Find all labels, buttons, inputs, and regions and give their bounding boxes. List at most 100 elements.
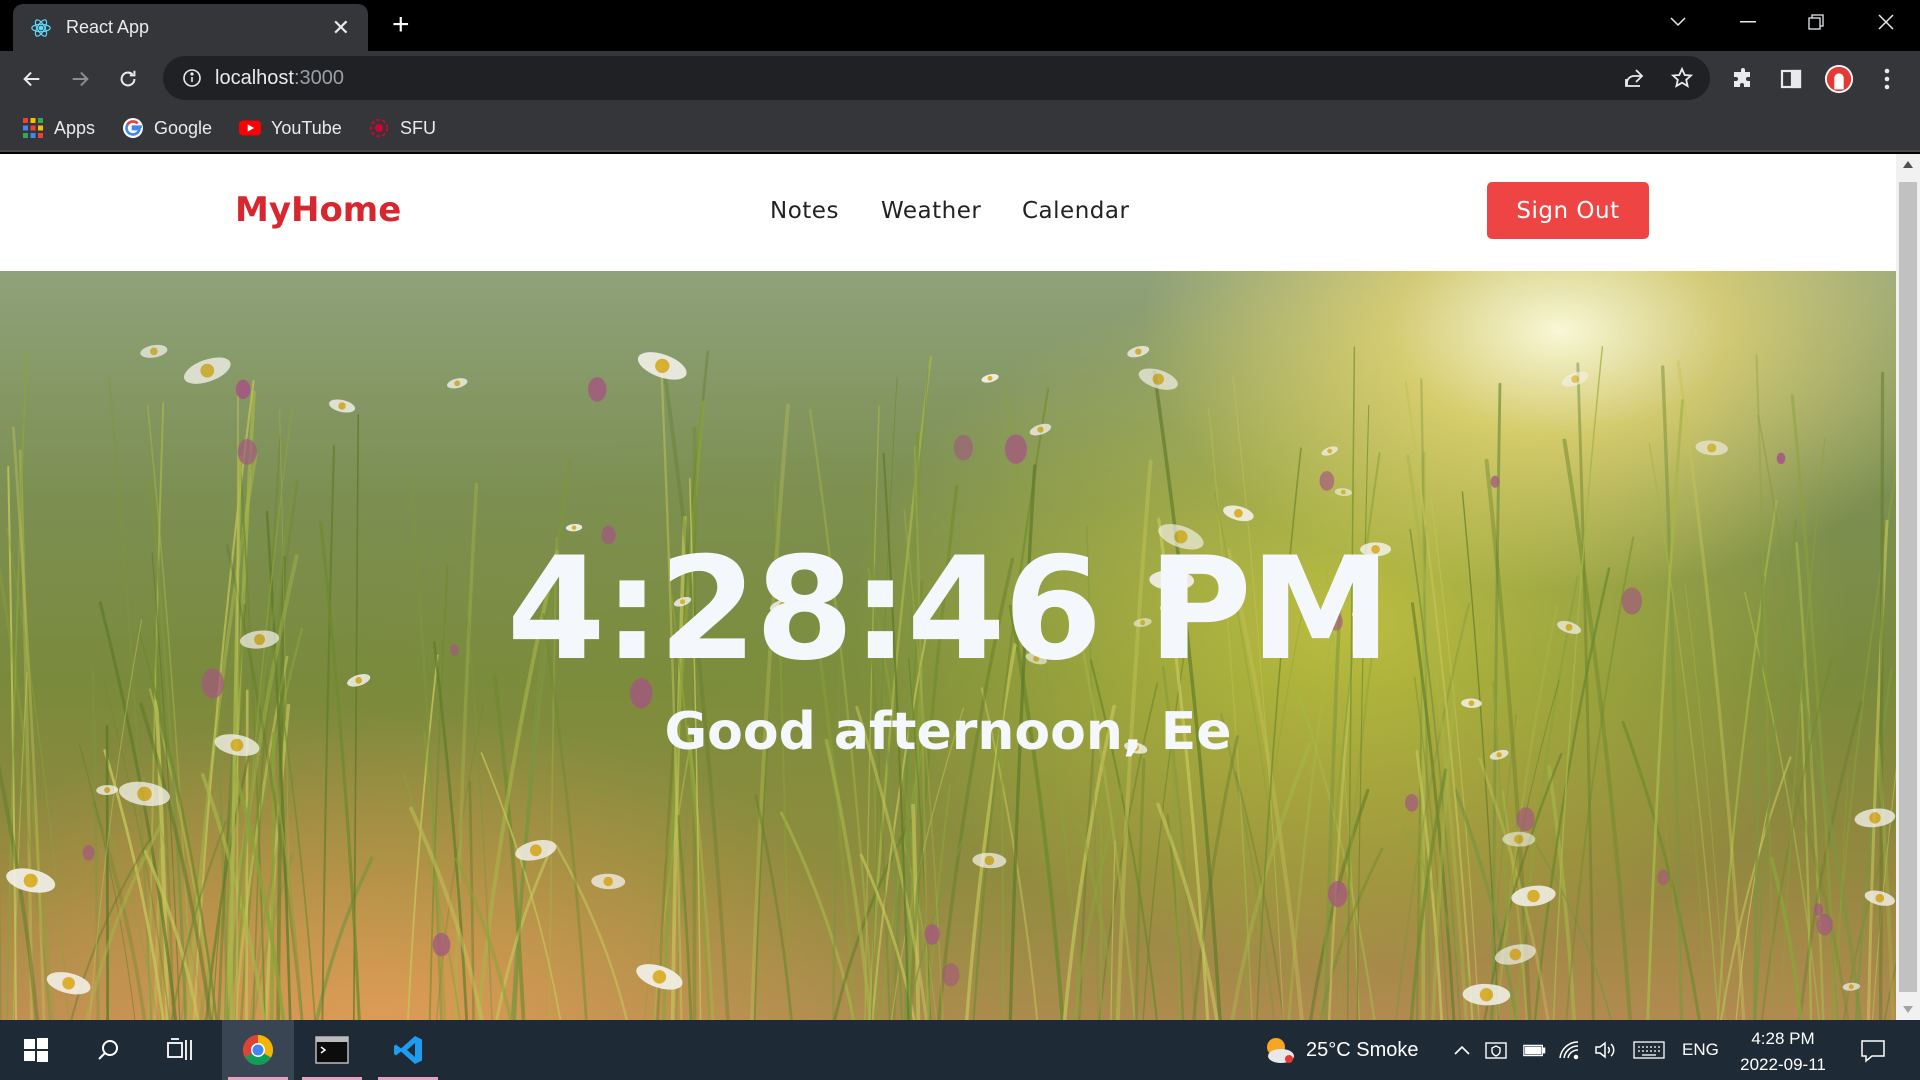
scrollbar-thumb[interactable]: [1899, 182, 1917, 992]
clover-flower: [82, 844, 95, 861]
minimize-icon[interactable]: [1720, 0, 1776, 44]
keyboard-icon[interactable]: [1632, 1038, 1666, 1062]
daisy-flower: [447, 378, 468, 389]
taskbar-chrome[interactable]: [222, 1020, 294, 1080]
nav-link-weather[interactable]: Weather: [881, 198, 981, 224]
daisy-flower: [1223, 505, 1254, 522]
battery-icon[interactable]: [1522, 1038, 1546, 1062]
language-indicator[interactable]: ENG: [1682, 1040, 1719, 1060]
site-info-icon[interactable]: [181, 67, 203, 89]
show-hidden-icons-chevron-icon[interactable]: [1450, 1038, 1474, 1062]
windows-start-icon[interactable]: [0, 1020, 72, 1080]
defender-icon[interactable]: [1484, 1038, 1508, 1062]
sfu-icon: [368, 117, 390, 139]
weather-sun-cloud-icon[interactable]: [1262, 1033, 1296, 1067]
taskbar-clock[interactable]: 4:28 PM 2022-09-11: [1728, 1026, 1838, 1078]
clover-flower: [1004, 434, 1028, 464]
task-view-icon[interactable]: [144, 1020, 216, 1080]
bookmark-apps[interactable]: Apps: [22, 115, 95, 141]
grass-blade: [236, 382, 239, 1020]
new-tab-icon[interactable]: +: [392, 10, 410, 40]
browser-toolbar: localhost:3000: [0, 51, 1920, 106]
tab-search-icon[interactable]: [1650, 0, 1706, 44]
apps-grid-icon: [22, 117, 44, 139]
taskbar-terminal[interactable]: [296, 1020, 368, 1080]
grass-blade: [1552, 346, 1604, 1020]
taskbar-vscode[interactable]: [372, 1020, 444, 1080]
clover-flower: [237, 439, 257, 465]
notification-center-icon[interactable]: [1858, 1037, 1888, 1065]
hero-background: 4:28:46 PM Good afternoon, Ee: [0, 271, 1896, 1020]
bookmark-star-icon[interactable]: [1670, 66, 1694, 95]
clover-flower: [953, 434, 974, 461]
clover-flower: [1776, 452, 1786, 465]
nav-link-calendar[interactable]: Calendar: [1022, 198, 1129, 224]
taskbar-date: 2022-09-11: [1740, 1055, 1826, 1074]
side-panel-icon[interactable]: [1776, 64, 1806, 94]
clover-flower: [588, 377, 607, 402]
menu-kebab-icon[interactable]: [1872, 64, 1902, 94]
grass-blade: [1879, 371, 1885, 1020]
browser-tab[interactable]: React App ✕: [13, 4, 368, 51]
daisy-flower: [591, 873, 626, 890]
search-icon[interactable]: [72, 1020, 144, 1080]
clover-flower: [924, 924, 940, 945]
close-window-icon[interactable]: [1858, 0, 1914, 44]
forward-icon[interactable]: [65, 64, 95, 94]
grass-blade: [105, 725, 109, 1020]
scroll-down-arrow-icon[interactable]: [1903, 1006, 1913, 1013]
extensions-icon[interactable]: [1728, 64, 1758, 94]
nav-link-notes[interactable]: Notes: [770, 198, 839, 224]
daisy-flower: [1695, 440, 1728, 456]
clover-flower: [1327, 880, 1348, 908]
windows-taskbar: 25°C Smoke ENG 4:28 PM 2022-09-11: [0, 1020, 1920, 1080]
wifi-icon[interactable]: [1558, 1038, 1582, 1062]
clock-display: 4:28:46 PM: [506, 527, 1391, 692]
page-scrollbar[interactable]: [1896, 154, 1920, 1020]
app-page: MyHome Notes Weather Calendar Sign Out 4…: [0, 154, 1896, 1020]
taskbar-time: 4:28 PM: [1751, 1029, 1815, 1048]
bookmark-label: Apps: [54, 117, 96, 138]
share-icon[interactable]: [1622, 66, 1646, 95]
brand-logo[interactable]: MyHome: [235, 190, 401, 230]
clover-flower: [1405, 793, 1419, 812]
daisy-flower: [972, 852, 1007, 869]
daisy-flower: [140, 344, 168, 358]
sign-out-button[interactable]: Sign Out: [1487, 182, 1649, 239]
bookmark-youtube[interactable]: YouTube: [239, 115, 342, 141]
grass-blade: [1152, 369, 1222, 1020]
daisy-flower: [1321, 446, 1338, 456]
clover-flower: [432, 932, 451, 957]
app-navbar: MyHome Notes Weather Calendar Sign Out: [0, 154, 1896, 271]
bookmark-label: Google: [154, 117, 213, 138]
daisy-flower: [1334, 488, 1352, 497]
tab-strip: React App ✕ +: [0, 0, 1920, 51]
address-bar[interactable]: localhost:3000: [163, 56, 1710, 100]
profile-avatar[interactable]: [1824, 64, 1854, 94]
daisy-flower: [1502, 831, 1536, 847]
clover-flower: [942, 963, 960, 987]
daisy-flower: [183, 357, 231, 384]
clover-flower: [1813, 903, 1824, 916]
clover-flower: [1319, 471, 1335, 491]
bookmark-google[interactable]: Google: [122, 115, 212, 141]
google-icon: [122, 117, 144, 139]
reload-icon[interactable]: [113, 64, 143, 94]
scroll-up-arrow-icon[interactable]: [1903, 161, 1913, 168]
url-port: :3000: [293, 66, 344, 89]
clover-flower: [1516, 807, 1535, 832]
grass-blade: [1769, 857, 1803, 1020]
volume-icon[interactable]: [1594, 1038, 1618, 1062]
weather-text[interactable]: 25°C Smoke: [1306, 1039, 1419, 1062]
youtube-icon: [239, 117, 261, 139]
grass-blade: [1000, 720, 1005, 1020]
back-icon[interactable]: [17, 64, 47, 94]
clover-flower: [1816, 913, 1833, 936]
terminal-icon: [315, 1036, 349, 1064]
daisy-flower: [328, 399, 356, 413]
close-tab-icon[interactable]: ✕: [332, 16, 350, 39]
url-host: localhost: [215, 66, 294, 89]
clover-flower: [1657, 869, 1670, 886]
bookmark-sfu[interactable]: SFU: [368, 115, 436, 141]
restore-icon[interactable]: [1788, 0, 1844, 44]
